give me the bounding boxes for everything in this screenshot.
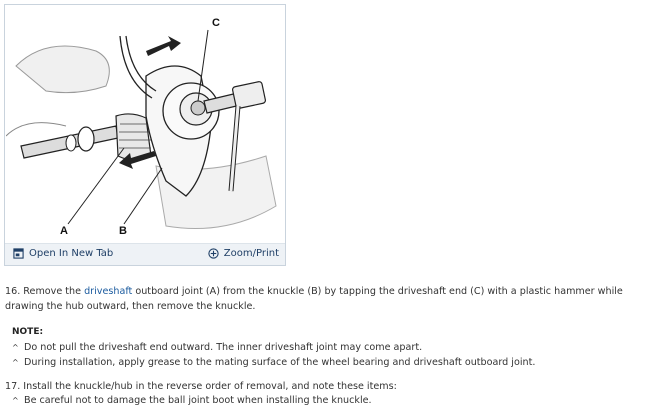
note-title: NOTE: [12, 327, 44, 337]
zoom-print-label: Zoom/Print [223, 248, 279, 259]
open-in-new-tab-icon [13, 248, 24, 259]
open-in-new-tab-button[interactable]: Open In New Tab [13, 248, 113, 259]
open-in-new-tab-label: Open In New Tab [29, 248, 114, 259]
callout-a: A [60, 225, 68, 237]
note-item-text: Do not pull the driveshaft end outward. … [24, 342, 423, 353]
callout-b: B [119, 225, 127, 237]
zoom-print-button[interactable]: Zoom/Print [208, 248, 279, 259]
note-item-text: During installation, apply grease to the… [24, 357, 536, 368]
figure-card: C A B Open In New Tab Zoom/Print [4, 4, 286, 266]
step-16-prefix: 16. Remove the [5, 286, 85, 297]
step-17-text: 17. Install the knuckle/hub in the rever… [5, 381, 397, 392]
callout-c: C [212, 17, 220, 29]
figure-toolbar: Open In New Tab Zoom/Print [5, 243, 285, 265]
note-block: NOTE: ^ Do not pull the driveshaft end ou… [12, 325, 642, 370]
caret-icon: ^ [12, 343, 19, 352]
step-16-text: 16. Remove the driveshaft outboard joint… [5, 284, 645, 314]
note-item: ^ Do not pull the driveshaft end outward.… [12, 340, 642, 355]
caret-icon: ^ [12, 358, 19, 367]
note-item: ^ During installation, apply grease to th… [12, 355, 642, 370]
zoom-plus-icon [208, 248, 219, 259]
driveshaft-link[interactable]: driveshaft [84, 286, 132, 297]
driveshaft-removal-illustration: C A B [6, 6, 284, 244]
list-item-text: Be careful not to damage the ball joint … [24, 395, 372, 406]
